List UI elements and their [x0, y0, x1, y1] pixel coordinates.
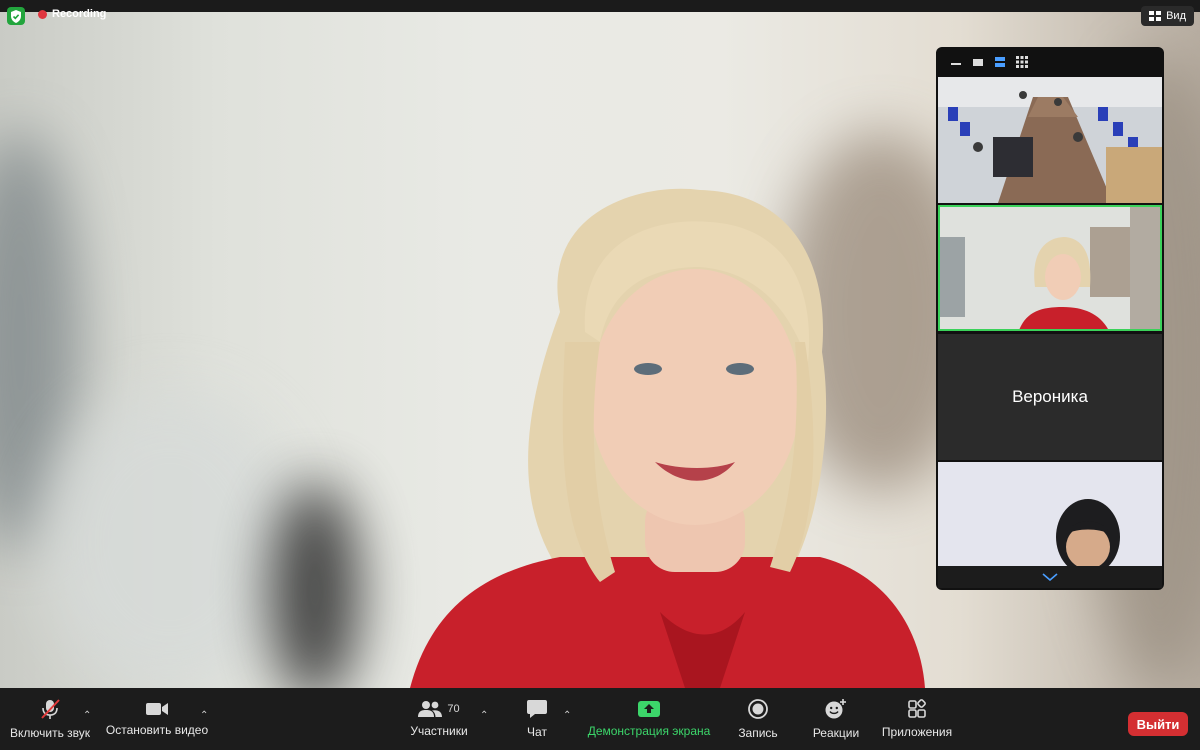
participants-count: 70 [447, 703, 460, 715]
participants-label: Участники [410, 724, 468, 738]
stop-video-label: Остановить видео [105, 723, 209, 737]
gallery-view-icon[interactable] [1016, 56, 1028, 68]
apps-icon [908, 699, 926, 718]
share-screen-icon [638, 701, 660, 717]
expand-panel-button[interactable] [938, 566, 1162, 588]
unmute-button[interactable]: Включить звук [10, 688, 90, 750]
apps-label: Приложения [881, 725, 953, 739]
participant-tile-classroom[interactable] [938, 77, 1162, 203]
leave-button[interactable]: Выйти [1128, 712, 1188, 736]
record-label: Запись [738, 726, 778, 740]
muted-mic-icon [41, 699, 60, 719]
view-button[interactable]: Вид [1141, 6, 1194, 26]
unmute-label: Включить звук [9, 726, 91, 740]
chevron-down-icon [1042, 573, 1058, 581]
minimize-view-icon[interactable] [950, 56, 962, 68]
chat-label: Чат [527, 725, 547, 739]
reactions-button[interactable]: Реакции [810, 688, 862, 750]
video-options-caret-icon[interactable]: ⌃ [200, 710, 208, 721]
chat-options-caret-icon[interactable]: ⌃ [563, 710, 571, 721]
share-screen-label: Демонстрация экрана [587, 724, 711, 738]
view-label: Вид [1166, 10, 1186, 22]
speaker-thumbnail [940, 207, 1160, 329]
participant-panel: Вероника [936, 47, 1164, 590]
reactions-label: Реакции [812, 726, 860, 740]
share-screen-button[interactable]: Демонстрация экрана [585, 688, 713, 750]
chat-icon [527, 700, 547, 718]
apps-button[interactable]: Приложения [880, 688, 954, 750]
meeting-toolbar: Включить звук ⌃ Остановить видео ⌃ 70 Уч… [0, 688, 1200, 750]
participants-options-caret-icon[interactable]: ⌃ [480, 710, 488, 721]
participant-tile-video[interactable] [938, 462, 1162, 566]
recording-label: Recording [52, 8, 107, 20]
participant-thumbnail [938, 462, 1162, 566]
grid-icon [1149, 11, 1162, 21]
recording-dot-icon [38, 9, 47, 19]
chat-button[interactable]: Чат [520, 688, 554, 750]
stop-video-button[interactable]: Остановить видео [105, 688, 209, 750]
security-shield-icon[interactable] [7, 7, 25, 25]
record-icon [748, 699, 768, 719]
classroom-video [938, 77, 1162, 203]
panel-view-switcher [936, 47, 1164, 77]
participants-icon [418, 701, 443, 717]
single-view-icon[interactable] [972, 56, 984, 68]
record-button[interactable]: Запись [735, 688, 781, 750]
participants-button[interactable]: 70 Участники [405, 688, 473, 750]
reactions-smiley-icon [825, 699, 846, 719]
participant-tile-name-only[interactable]: Вероника [938, 334, 1162, 460]
top-bar [0, 0, 1200, 12]
video-camera-icon [146, 703, 168, 715]
strip-view-icon[interactable] [994, 56, 1006, 68]
audio-options-caret-icon[interactable]: ⌃ [83, 710, 91, 721]
participant-name: Вероника [1012, 387, 1088, 406]
participant-tile-active-speaker[interactable] [938, 205, 1162, 331]
recording-indicator: Recording [38, 8, 106, 20]
